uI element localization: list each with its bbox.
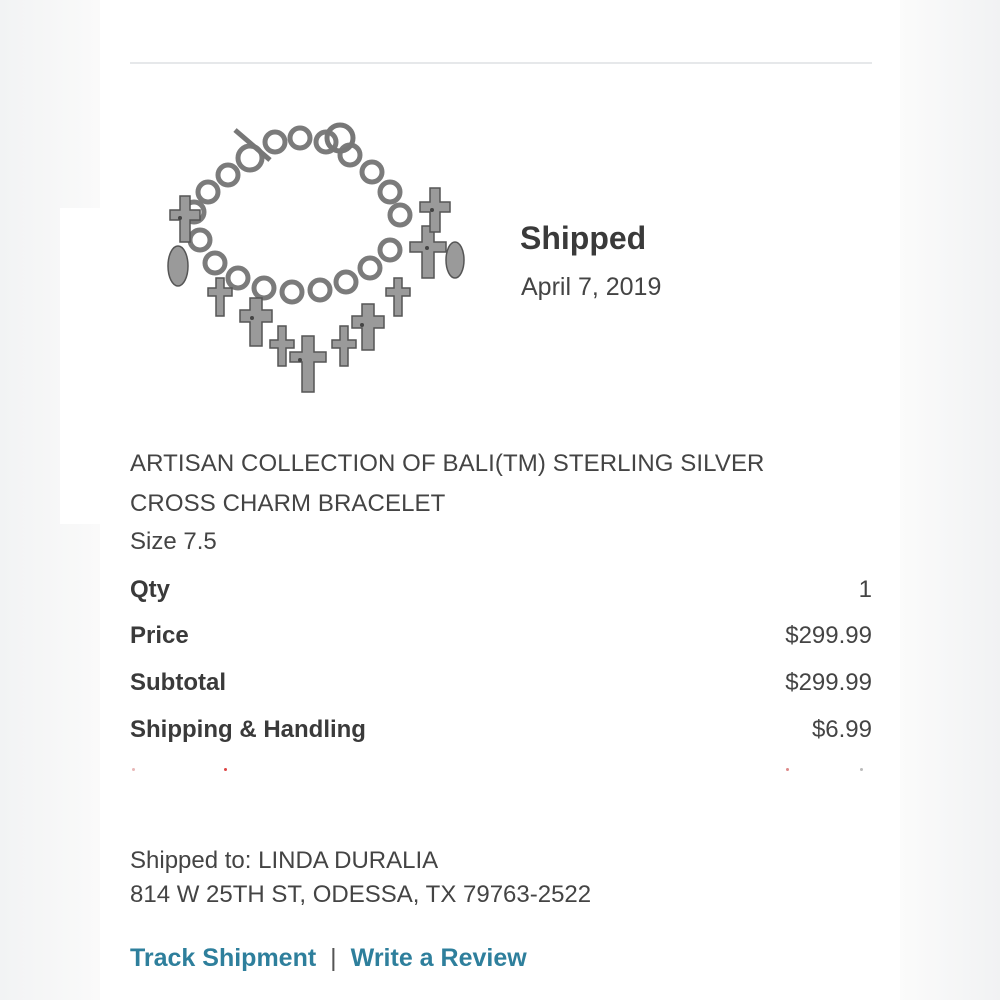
summary-row-shipping: Shipping & Handling $6.99 bbox=[130, 716, 872, 748]
summary-value: $299.99 bbox=[785, 622, 872, 649]
order-item-panel: Shipped April 7, 2019 ARTISAN COLLECTION… bbox=[100, 0, 900, 1000]
shipping-street: 814 W 25TH ST, ODESSA, TX 79763-2522 bbox=[130, 881, 592, 908]
summary-label: Qty bbox=[130, 576, 171, 603]
summary-row-qty: Qty 1 bbox=[130, 576, 872, 608]
divider bbox=[130, 62, 872, 64]
product-title-line-1: ARTISAN COLLECTION OF BALI(TM) STERLING … bbox=[130, 450, 765, 477]
link-separator: | bbox=[330, 944, 337, 972]
product-title-line-2: CROSS CHARM BRACELET bbox=[130, 490, 446, 517]
summary-value: $6.99 bbox=[811, 716, 872, 743]
summary-label: Subtotal bbox=[130, 669, 226, 696]
summary-row-price: Price $299.99 bbox=[130, 622, 872, 654]
product-image[interactable] bbox=[140, 120, 480, 400]
summary-value: 1 bbox=[858, 576, 872, 603]
write-review-link[interactable]: Write a Review bbox=[351, 944, 527, 972]
shipping-recipient: Shipped to: LINDA DURALIA bbox=[130, 847, 439, 874]
product-size: Size 7.5 bbox=[130, 528, 217, 555]
shipment-status: Shipped bbox=[520, 220, 647, 256]
order-actions: Track Shipment | Write a Review bbox=[130, 944, 527, 973]
summary-row-subtotal: Subtotal $299.99 bbox=[130, 669, 872, 701]
shipping-address: Shipped to: LINDA DURALIA 814 W 25TH ST,… bbox=[130, 844, 591, 912]
product-title[interactable]: ARTISAN COLLECTION OF BALI(TM) STERLING … bbox=[130, 444, 850, 524]
summary-label: Price bbox=[130, 622, 189, 649]
cropped-row-remnant bbox=[130, 768, 872, 772]
background-right bbox=[900, 0, 1000, 1000]
track-shipment-link[interactable]: Track Shipment bbox=[130, 944, 316, 972]
shipment-date: April 7, 2019 bbox=[521, 273, 662, 301]
summary-value: $299.99 bbox=[785, 669, 872, 696]
summary-label: Shipping & Handling bbox=[130, 716, 366, 743]
